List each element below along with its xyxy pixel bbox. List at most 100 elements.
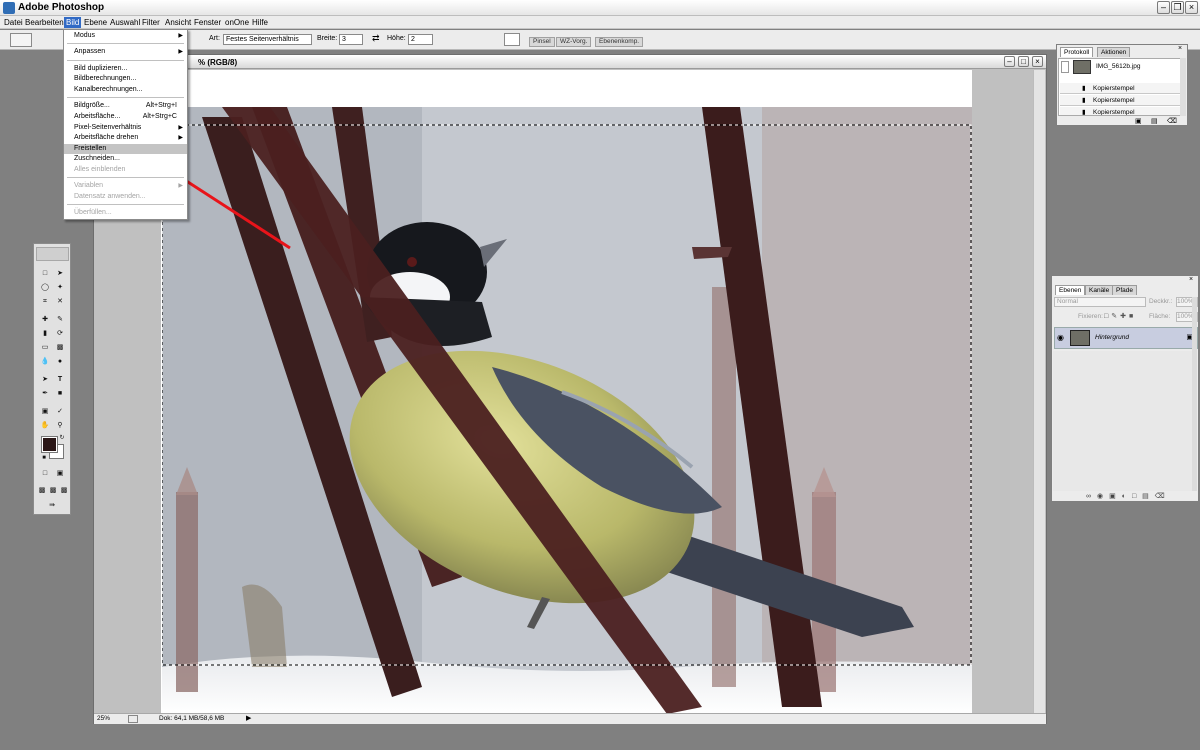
menu-item-label: Variablen [74,182,104,189]
menu-item-shortcut: Alt+Strg+C [142,113,177,120]
brush-tool-icon[interactable]: ✎ [54,315,66,325]
layer-row[interactable]: ◉ Hintergrund ▣ [1054,327,1198,349]
menu-item-zuschneiden[interactable]: Zuschneiden... [64,154,187,164]
new-snapshot-icon[interactable]: ▤ [1151,117,1158,125]
layer-actions-icons[interactable]: ∞◉▣◐□▤⌫ [1086,492,1171,500]
healing-brush-icon[interactable]: ✚ [39,315,51,325]
menu-item-label: Anpassen [74,48,106,55]
menu-separator [67,204,184,205]
history-step[interactable]: ▮ Kopierstempel [1060,107,1180,116]
menu-item-datensatz: Datensatz anwenden... [74,193,146,200]
menu-item-arbeitsflaeche-drehen[interactable]: Arbeitsfläche drehen ▶ [64,133,187,143]
new-document-icon[interactable]: ▣ [1135,117,1142,125]
menu-item-freistellen[interactable]: Freistellen [64,144,187,154]
menu-item-bild-duplizieren[interactable]: Bild duplizieren... [64,64,187,74]
history-scrollbar[interactable] [1180,58,1186,116]
menu-item-label: Arbeitsfläche drehen [74,134,139,141]
menu-item-bildgroesse[interactable]: Bildgröße... Alt+Strg+I [64,101,187,111]
quickmask-mode-icon[interactable]: ▣ [54,469,66,479]
menu-separator [67,43,184,44]
submenu-arrow-icon: ▶ [178,135,183,141]
type-tool-icon[interactable]: T [54,375,66,385]
stamp-icon: ▮ [1082,85,1086,92]
layer-name[interactable]: Hintergrund [1095,334,1129,341]
layers-empty-area [1053,351,1197,491]
hand-tool-icon[interactable]: ✋ [39,421,51,431]
menu-item-arbeitsflaeche[interactable]: Arbeitsfläche... Alt+Strg+C [64,112,187,122]
menu-item-kanalberechnungen[interactable]: Kanalberechnungen... [64,85,187,95]
history-step-label: Kopierstempel [1093,109,1135,116]
path-selection-icon[interactable]: ➤ [39,375,51,385]
blur-tool-icon[interactable]: 💧 [39,357,51,367]
opacity-label: Deckkr.: [1149,298,1173,305]
menu-item-anpassen[interactable]: Anpassen ▶ [64,47,187,57]
submenu-arrow-icon: ▶ [178,33,183,39]
tab-aktionen[interactable]: Aktionen [1097,47,1131,57]
lasso-tool-icon[interactable]: ◯ [39,283,51,293]
foreground-color-swatch[interactable] [41,436,58,453]
delete-step-icon[interactable]: ⌫ [1167,117,1177,125]
blend-mode-select[interactable]: Normal [1054,297,1146,307]
gradient-tool-icon[interactable]: ▩ [54,343,66,353]
history-step[interactable]: ▮ Kopierstempel [1060,83,1180,94]
snapshot-name[interactable]: IMG_5612b.jpg [1096,63,1140,70]
panel-close-icon[interactable]: × [1189,276,1197,284]
menu-item-label: Modus [74,32,96,39]
stamp-icon: ▮ [1082,97,1086,104]
dodge-tool-icon[interactable]: ● [54,357,66,367]
menu-item-label: Bildgröße... [74,102,110,109]
submenu-arrow-icon: ▶ [178,49,183,55]
jump-to-imageready-icon[interactable]: ⇛ [39,501,65,511]
feather-logo-icon [36,247,69,261]
tab-ebenen[interactable]: Ebenen [1055,285,1086,295]
marquee-tool-icon[interactable]: □ [39,269,51,279]
screen-mode-menu-icon[interactable]: ▩ [48,486,58,496]
slice-tool-icon[interactable]: ✕ [54,297,66,307]
notes-tool-icon[interactable]: ▣ [39,407,51,417]
layer-thumbnail [1070,330,1090,346]
shape-tool-icon[interactable]: ■ [54,389,66,399]
crop-tool-icon[interactable]: ⌗ [39,297,51,307]
tab-pfade[interactable]: Pfade [1112,285,1137,295]
menu-item-ueberfuellen: Überfüllen... [74,209,112,216]
menu-item-pixel-seitenverhaeltnis[interactable]: Pixel-Seitenverhältnis ▶ [64,123,187,133]
magic-wand-icon[interactable]: ✦ [54,283,66,293]
eye-visibility-icon[interactable]: ◉ [1057,333,1064,342]
lock-options-icon[interactable]: □✎✚■ [1104,312,1136,320]
menu-separator [67,60,184,61]
standard-mode-icon[interactable]: □ [39,469,51,479]
menu-separator [67,177,184,178]
history-brush-icon[interactable]: ⟳ [54,329,66,339]
eyedropper-icon[interactable]: ✓ [54,407,66,417]
panel-close-icon[interactable]: × [1178,45,1186,53]
layers-scrollbar[interactable] [1192,297,1197,491]
snapshot-source-icon[interactable] [1061,61,1069,73]
default-colors-icon[interactable]: ■ [38,453,50,463]
lock-label: Fixieren: [1078,313,1103,320]
submenu-arrow-icon: ▶ [178,183,183,189]
tab-kanaele[interactable]: Kanäle [1085,285,1114,295]
swap-colors-icon[interactable]: ↻ [56,433,68,443]
menu-item-bildberechnungen[interactable]: Bildberechnungen... [64,74,187,84]
history-step-label: Kopierstempel [1093,97,1135,104]
zoom-tool-icon[interactable]: ⚲ [54,421,66,431]
menu-item-modus[interactable]: Modus ▶ [64,31,187,41]
bild-menu-dropdown: Modus ▶ Anpassen ▶ Bild duplizieren... Bil… [63,29,188,220]
menu-item-label: Arbeitsfläche... [74,113,121,120]
history-panel: × Protokoll Aktionen IMG_5612b.jpg ▮ Kopi… [1056,44,1188,126]
screen-mode-full-icon[interactable]: ▩ [59,486,69,496]
tab-protokoll[interactable]: Protokoll [1060,47,1094,57]
menu-item-shortcut: Alt+Strg+I [145,102,177,109]
pen-tool-icon[interactable]: ✒ [39,389,51,399]
history-step[interactable]: ▮ Kopierstempel [1060,95,1180,106]
menu-item-alles-einblenden: Alles einblenden [74,166,126,173]
stamp-icon: ▮ [1082,109,1086,116]
layers-panel: × Ebenen Kanäle Pfade Normal Deckkr.: 10… [1051,275,1199,502]
clone-stamp-icon[interactable]: ▮ [39,329,51,339]
screen-mode-standard-icon[interactable]: ▩ [37,486,47,496]
menu-separator [67,97,184,98]
eraser-tool-icon[interactable]: ▭ [39,343,51,353]
move-tool-icon[interactable]: ➤ [54,269,66,279]
menu-item-variablen: Variablen ▶ [64,181,187,191]
history-step-label: Kopierstempel [1093,85,1135,92]
